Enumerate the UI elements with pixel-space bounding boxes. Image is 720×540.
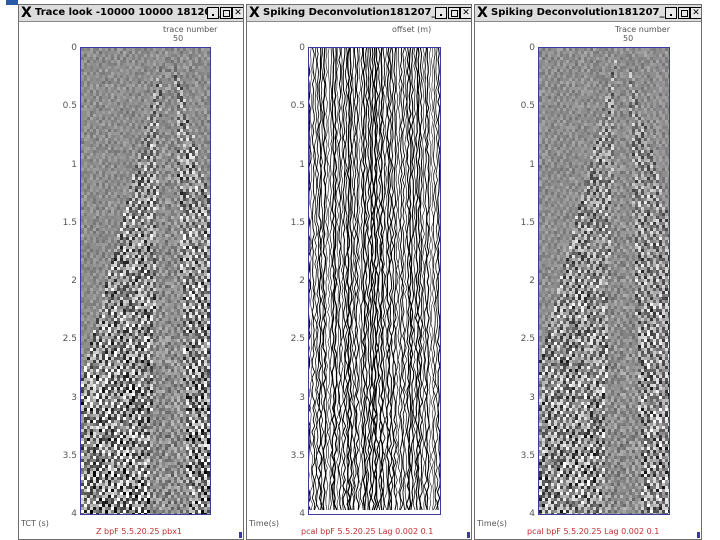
y-axis-label: Time(s) (477, 519, 507, 528)
y-tick-label: 2 (299, 276, 305, 286)
x11-icon: X (477, 5, 488, 21)
y-tick-label: 3 (299, 392, 305, 403)
top-axis-value: 50 (623, 34, 634, 43)
footer-params: pcal bpF 5.5.20.25 Lag 0.002 0.1 (527, 527, 660, 536)
maximize-icon (681, 10, 688, 17)
maximize-button[interactable] (448, 7, 460, 19)
close-button[interactable]: ✕ (690, 7, 701, 19)
y-tick-label: 4 (529, 509, 535, 519)
window-trace-look[interactable]: X Trace look -10000 10000 181207_3 ✕ tra… (18, 4, 244, 540)
window-title: Spiking Deconvolution181207_3 (491, 7, 672, 18)
seismic-image (539, 48, 669, 514)
minimize-icon (440, 14, 442, 16)
x11-icon: X (249, 5, 260, 21)
y-tick-label: 2 (529, 276, 535, 286)
titlebar[interactable]: X Spiking Deconvolution181207_3 <2> ✕ (247, 5, 471, 22)
top-axis-value: 50 (173, 34, 184, 43)
y-tick-label: 0 (71, 43, 77, 53)
y-tick-label: 3.5 (520, 450, 535, 461)
titlebar[interactable]: X Trace look -10000 10000 181207_3 ✕ (19, 5, 243, 22)
window-title: Trace look -10000 10000 181207_3 (35, 7, 231, 18)
close-button[interactable]: ✕ (232, 7, 243, 19)
y-axis-label: Time(s) (249, 519, 279, 528)
window-spiking-decon-2[interactable]: X Spiking Deconvolution181207_3 <2> ✕ of… (246, 4, 472, 540)
x11-icon: X (21, 5, 32, 21)
seismic-image (309, 48, 440, 514)
top-axis-label: offset (m) (392, 25, 432, 34)
seismic-plot[interactable] (538, 47, 670, 515)
y-tick-label: 4 (299, 509, 305, 519)
seismic-plot[interactable] (80, 47, 211, 515)
minimize-button[interactable] (665, 7, 677, 19)
seismic-plot[interactable] (308, 47, 441, 515)
y-tick-label: 3 (71, 392, 77, 403)
minimize-button[interactable] (207, 7, 219, 19)
maximize-button[interactable] (678, 7, 690, 19)
y-tick-label: 1.5 (520, 217, 535, 228)
top-axis-label: trace number (163, 25, 218, 34)
y-tick-label: 2.5 (520, 334, 535, 345)
maximize-icon (451, 10, 458, 17)
close-icon: ✕ (234, 8, 242, 18)
footer-params: pcal bpF 5.5.20.25 Lag 0.002 0.1 (301, 527, 434, 536)
minimize-icon (212, 14, 214, 16)
footer-params: Z bpF 5.5.20.25 pbx1 (96, 527, 183, 536)
y-tick-label: 1 (71, 159, 77, 170)
y-tick-label: 1.5 (62, 217, 77, 228)
y-tick-label: 2 (71, 276, 77, 286)
y-tick-label: 0.5 (62, 101, 77, 112)
resize-handle[interactable] (467, 532, 470, 538)
close-button[interactable]: ✕ (460, 7, 471, 19)
resize-handle[interactable] (697, 532, 700, 538)
y-tick-label: 1.5 (290, 217, 305, 228)
minimize-button[interactable] (435, 7, 447, 19)
close-icon: ✕ (462, 8, 470, 18)
minimize-icon (670, 14, 672, 16)
close-icon: ✕ (692, 8, 700, 18)
resize-handle[interactable] (239, 532, 242, 538)
y-tick-label: 2.5 (62, 334, 77, 345)
y-tick-label: 0 (529, 43, 535, 53)
window-spiking-decon[interactable]: X Spiking Deconvolution181207_3 ✕ Trace … (474, 4, 702, 540)
maximize-icon (223, 10, 230, 17)
titlebar[interactable]: X Spiking Deconvolution181207_3 ✕ (475, 5, 701, 22)
seismic-image (81, 48, 210, 514)
maximize-button[interactable] (220, 7, 232, 19)
top-axis-label: Trace number (615, 25, 670, 34)
y-tick-label: 0.5 (520, 101, 535, 112)
y-axis-label: TCT (s) (21, 519, 49, 528)
y-tick-label: 2.5 (290, 334, 305, 345)
y-tick-label: 0 (299, 43, 305, 53)
y-tick-label: 4 (71, 509, 77, 519)
y-tick-label: 1 (529, 159, 535, 170)
y-tick-label: 3 (529, 392, 535, 403)
taskbar-icon (6, 0, 18, 5)
y-tick-label: 3.5 (62, 450, 77, 461)
y-tick-label: 0.5 (290, 101, 305, 112)
y-tick-label: 1 (299, 159, 305, 170)
y-tick-label: 3.5 (290, 450, 305, 461)
